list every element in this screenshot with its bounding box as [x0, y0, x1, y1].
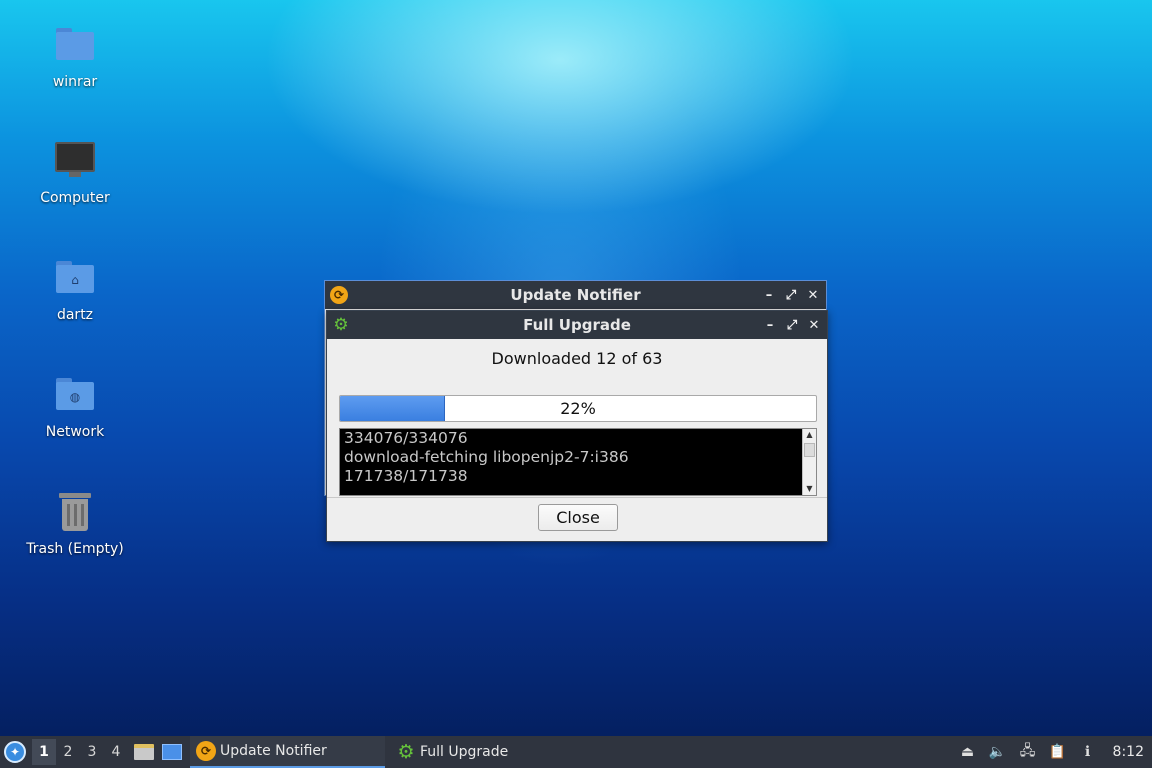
desktop-icon-label: Trash (Empty) [26, 541, 124, 557]
gear-icon: ⚙ [333, 315, 349, 335]
clipboard-icon[interactable]: 📋 [1049, 743, 1067, 761]
start-menu-button[interactable]: ✦ [0, 736, 30, 768]
progress-label: 22% [560, 399, 596, 418]
workspace-4[interactable]: 4 [104, 739, 128, 765]
desktop-icon-label: dartz [56, 307, 94, 323]
trash-icon [53, 489, 97, 533]
computer-icon [53, 138, 97, 182]
task-update-notifier[interactable]: ⟳ Update Notifier [190, 736, 385, 768]
desktop-icon-label: Computer [40, 190, 110, 206]
lubuntu-logo-icon: ✦ [4, 741, 26, 763]
network-folder-icon: ◍ [53, 372, 97, 416]
taskbar: ✦ 1 2 3 4 ⟳ Update Notifier ⚙ Full Upgra… [0, 736, 1152, 768]
log-scrollbar[interactable]: ▲ ▼ [802, 429, 816, 495]
log-line: 171738/171738 [344, 467, 468, 485]
scroll-up-arrow-icon[interactable]: ▲ [803, 429, 816, 441]
home-folder-icon: ⌂ [53, 255, 97, 299]
minimize-button[interactable]: – [763, 318, 777, 333]
window-title: Full Upgrade [523, 316, 631, 334]
scroll-thumb[interactable] [804, 443, 815, 457]
full-upgrade-titlebar[interactable]: ⚙ Full Upgrade – ⤢ ✕ [327, 311, 827, 339]
folder-icon [53, 22, 97, 66]
log-line: download-fetching libopenjp2-7:i386 [344, 448, 629, 466]
volume-icon[interactable]: 🔈 [989, 743, 1007, 761]
file-manager-launcher[interactable] [130, 736, 158, 768]
minimize-button[interactable]: – [762, 288, 776, 303]
desktop-icon-trash[interactable]: Trash (Empty) [20, 489, 130, 557]
update-notifier-icon: ⟳ [196, 741, 216, 761]
workspace-2[interactable]: 2 [56, 739, 80, 765]
show-desktop-launcher[interactable] [158, 736, 186, 768]
workspace-3[interactable]: 3 [80, 739, 104, 765]
clock[interactable]: 8:12 [1113, 744, 1144, 760]
update-notifier-titlebar[interactable]: ⟳ Update Notifier – ⤢ ✕ [325, 281, 826, 309]
desktop-icon-label: winrar [52, 74, 98, 90]
scroll-down-arrow-icon[interactable]: ▼ [803, 483, 816, 495]
download-status: Downloaded 12 of 63 [491, 349, 663, 368]
workspace-1[interactable]: 1 [32, 739, 56, 765]
close-window-button[interactable]: ✕ [807, 318, 821, 333]
maximize-button[interactable]: ⤢ [785, 318, 799, 333]
task-full-upgrade[interactable]: ⚙ Full Upgrade [390, 736, 585, 768]
network-icon[interactable]: 🖧 [1019, 743, 1037, 761]
desktop-icon-computer[interactable]: Computer [20, 138, 130, 206]
desktop-icon-label: Network [45, 424, 105, 440]
update-notifier-icon: ⟳ [330, 286, 348, 304]
maximize-button[interactable]: ⤢ [784, 288, 798, 303]
update-available-icon[interactable]: ⏏ [959, 743, 977, 761]
window-title: Update Notifier [510, 286, 641, 304]
divider [327, 497, 827, 498]
file-manager-icon [134, 744, 154, 760]
download-progress-bar: 22% [339, 395, 817, 422]
close-button[interactable]: Close [538, 504, 618, 531]
notification-icon[interactable]: ℹ [1079, 743, 1097, 761]
system-tray: ⏏ 🔈 🖧 📋 ℹ 8:12 [959, 736, 1152, 768]
desktop-icon-dartz[interactable]: ⌂ dartz [20, 255, 130, 323]
task-label: Update Notifier [220, 743, 327, 759]
full-upgrade-window: ⚙ Full Upgrade – ⤢ ✕ Downloaded 12 of 63… [326, 310, 828, 542]
gear-icon: ⚙ [397, 741, 415, 763]
desktop-icon-winrar[interactable]: winrar [20, 22, 130, 90]
desktop-icon [162, 744, 182, 760]
close-window-button[interactable]: ✕ [806, 288, 820, 303]
log-line: 334076/334076 [344, 429, 468, 447]
task-label: Full Upgrade [420, 744, 509, 760]
desktop-icon-network[interactable]: ◍ Network [20, 372, 130, 440]
log-output[interactable]: 334076/334076 download-fetching libopenj… [339, 428, 817, 496]
